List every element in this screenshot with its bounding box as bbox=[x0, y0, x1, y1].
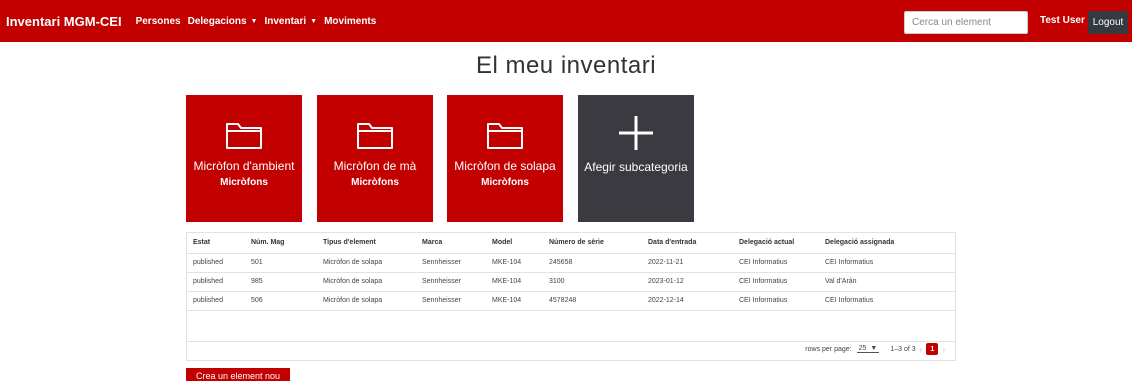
table-cell: 2022-11-21 bbox=[642, 253, 733, 273]
nav-label: Inventari bbox=[264, 15, 307, 27]
card-category: Micròfons bbox=[220, 177, 268, 188]
table-cell: CEI Informatius bbox=[733, 291, 819, 311]
table-cell: 985 bbox=[245, 272, 317, 292]
brand-link[interactable]: Inventari MGM-CEI bbox=[6, 14, 122, 29]
rows-per-page-label: rows per page: bbox=[805, 345, 852, 353]
folder-icon bbox=[226, 123, 262, 149]
table-cell: CEI Informatius bbox=[733, 253, 819, 273]
table-cell: CEI Informatius bbox=[819, 291, 955, 311]
page-title: El meu inventari bbox=[475, 52, 657, 79]
add-subcategory-card[interactable]: Afegir subcategoria bbox=[578, 95, 694, 222]
caret-down-icon: ▼ bbox=[310, 17, 318, 25]
chevron-left-icon[interactable]: ‹ bbox=[920, 345, 923, 354]
page-range: 1–3 of 3 bbox=[890, 345, 916, 353]
folder-icon bbox=[487, 123, 523, 149]
column-header[interactable]: Núm. Mag bbox=[245, 233, 317, 254]
nav-label: Moviments bbox=[324, 15, 377, 27]
logout-button[interactable]: Logout bbox=[1088, 11, 1128, 34]
table-cell: Micròfon de solapa bbox=[317, 272, 416, 292]
table-header-row: Estat Núm. Mag Tipus d'element Marca Mod… bbox=[187, 233, 955, 254]
caret-down-icon: ▼ bbox=[870, 345, 878, 352]
create-element-button[interactable]: Crea un element nou bbox=[186, 368, 290, 381]
nav-persones[interactable]: Persones bbox=[136, 16, 181, 27]
column-header[interactable]: Model bbox=[486, 233, 543, 254]
table-cell: Sennheisser bbox=[416, 272, 486, 292]
rows-per-page-select[interactable]: 25 ▼ bbox=[856, 345, 880, 353]
card-name: Micròfon de solapa bbox=[454, 159, 556, 173]
table-cell: 501 bbox=[245, 253, 317, 273]
table-cell: 4578248 bbox=[543, 291, 642, 311]
search-input[interactable] bbox=[904, 11, 1028, 34]
user-name[interactable]: Test User bbox=[1040, 15, 1085, 26]
table-cell: Sennheisser bbox=[416, 291, 486, 311]
rows-per-page-value: 25 bbox=[858, 345, 867, 352]
table-cell: 245658 bbox=[543, 253, 642, 273]
nav-inventari-dropdown[interactable]: Inventari ▼ bbox=[264, 16, 317, 27]
chevron-right-icon[interactable]: › bbox=[942, 345, 945, 354]
inventory-table: Estat Núm. Mag Tipus d'element Marca Mod… bbox=[186, 232, 956, 361]
column-header[interactable]: Marca bbox=[416, 233, 486, 254]
page-button[interactable]: 1 bbox=[926, 343, 939, 355]
caret-down-icon: ▼ bbox=[250, 17, 258, 25]
column-header[interactable]: Tipus d'element bbox=[317, 233, 416, 254]
table-cell: MKE-104 bbox=[486, 272, 543, 292]
nav-label: Delegacions bbox=[187, 15, 247, 27]
table-cell: Sennheisser bbox=[416, 253, 486, 273]
column-header[interactable]: Delegació actual bbox=[733, 233, 819, 254]
table-cell: MKE-104 bbox=[486, 253, 543, 273]
card-name: Micròfon de mà bbox=[333, 159, 417, 173]
table-cell: CEI Informatius bbox=[733, 272, 819, 292]
nav-moviments[interactable]: Moviments bbox=[324, 16, 376, 27]
table-cell: 2023-01-12 bbox=[642, 272, 733, 292]
table-row[interactable]: published 506 Micròfon de solapa Sennhei… bbox=[187, 291, 955, 311]
subcategory-card[interactable]: Micròfon de solapa Micròfons bbox=[447, 95, 563, 222]
column-header[interactable]: Data d'entrada bbox=[642, 233, 733, 254]
table-cell: Micròfon de solapa bbox=[317, 291, 416, 311]
footer-divider bbox=[187, 341, 955, 342]
nav-label: Persones bbox=[135, 15, 181, 27]
column-header[interactable]: Delegació assignada bbox=[819, 233, 955, 254]
table-cell: CEI Informatius bbox=[819, 253, 955, 273]
table-cell: Val d'Arán bbox=[819, 272, 955, 292]
pagination: rows per page: 25 ▼ 1–3 of 3 ‹ 1 › bbox=[805, 343, 949, 355]
subcategory-card[interactable]: Micròfon de mà Micròfons bbox=[317, 95, 433, 222]
table-row[interactable]: published 985 Micròfon de solapa Sennhei… bbox=[187, 272, 955, 292]
folder-icon bbox=[357, 123, 393, 149]
card-category: Micròfons bbox=[351, 177, 399, 188]
nav-delegacions-dropdown[interactable]: Delegacions ▼ bbox=[188, 16, 258, 27]
table-cell: 2022-12-14 bbox=[642, 291, 733, 311]
card-name: Afegir subcategoria bbox=[584, 160, 688, 174]
table-cell: MKE-104 bbox=[486, 291, 543, 311]
table-cell: Micròfon de solapa bbox=[317, 253, 416, 273]
card-category: Micròfons bbox=[481, 177, 529, 188]
navbar: Inventari MGM-CEI Persones Delegacions ▼ … bbox=[0, 0, 1132, 42]
table-cell: published bbox=[187, 291, 245, 311]
subcategory-card[interactable]: Micròfon d'ambient Micròfons bbox=[186, 95, 302, 222]
card-name: Micròfon d'ambient bbox=[193, 159, 295, 173]
column-header[interactable]: Número de sèrie bbox=[543, 233, 642, 254]
plus-icon bbox=[619, 116, 653, 150]
table-cell: published bbox=[187, 272, 245, 292]
table-cell: 3100 bbox=[543, 272, 642, 292]
table-cell: 506 bbox=[245, 291, 317, 311]
table-row[interactable]: published 501 Micròfon de solapa Sennhei… bbox=[187, 253, 955, 273]
column-header[interactable]: Estat bbox=[187, 233, 245, 254]
table-cell: published bbox=[187, 253, 245, 273]
